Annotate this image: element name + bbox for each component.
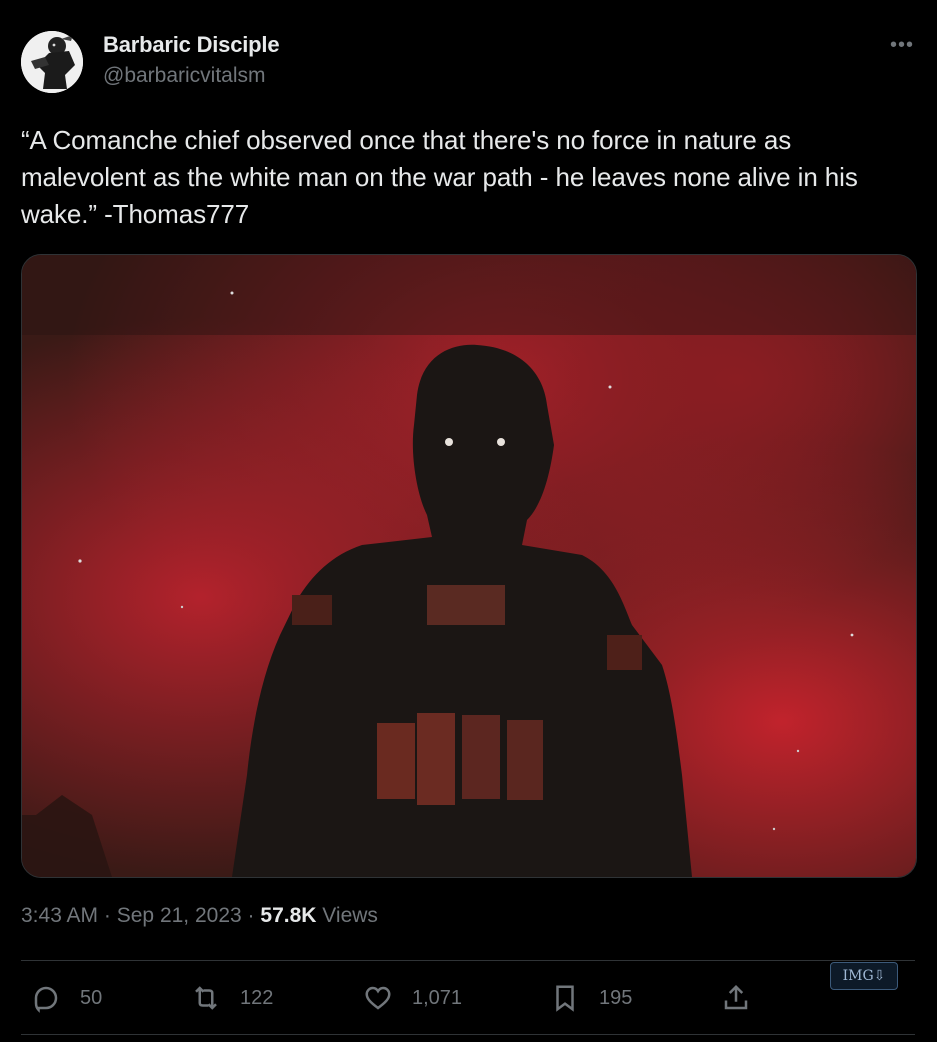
tweet-media[interactable] xyxy=(21,254,917,878)
bookmark-count: 195 xyxy=(599,986,633,1009)
reply-count: 50 xyxy=(80,986,103,1009)
tweet-meta: 3:43 AM · Sep 21, 2023 · 57.8K Views xyxy=(21,904,378,928)
media-image xyxy=(22,255,916,877)
bookmark-button[interactable]: 195 xyxy=(550,962,632,1034)
tweet-date[interactable]: Sep 21, 2023 xyxy=(117,904,242,927)
tweet-time[interactable]: 3:43 AM xyxy=(21,904,98,927)
divider-top xyxy=(21,960,915,961)
like-button[interactable]: 1,071 xyxy=(363,962,462,1034)
views-label: Views xyxy=(322,904,378,927)
bookmark-icon xyxy=(556,985,574,1012)
avatar[interactable] xyxy=(21,31,83,93)
more-icon: ••• xyxy=(889,33,914,56)
meta-separator: · xyxy=(247,904,255,927)
handle[interactable]: @barbaricvitalsm xyxy=(103,64,266,88)
repost-count: 122 xyxy=(240,986,274,1009)
action-bar: 50 122 1,071 195 xyxy=(21,962,915,1034)
share-icon xyxy=(724,984,748,1010)
repost-button[interactable]: 122 xyxy=(191,962,273,1034)
heart-icon xyxy=(365,986,391,1010)
avatar-image xyxy=(21,31,83,93)
repost-icon xyxy=(195,986,217,1010)
like-count: 1,071 xyxy=(412,986,463,1009)
views-count: 57.8K xyxy=(260,904,317,927)
tweet-text: “A Comanche chief observed once that the… xyxy=(21,125,858,229)
reply-icon xyxy=(34,986,58,1013)
divider-bottom xyxy=(21,1034,915,1035)
more-button[interactable]: ••• xyxy=(884,30,920,60)
image-download-badge[interactable]: IMG⇩ xyxy=(830,962,898,990)
display-name[interactable]: Barbaric Disciple xyxy=(103,32,280,58)
share-button[interactable] xyxy=(721,962,770,1034)
meta-separator: · xyxy=(103,904,111,927)
reply-button[interactable]: 50 xyxy=(31,962,102,1034)
